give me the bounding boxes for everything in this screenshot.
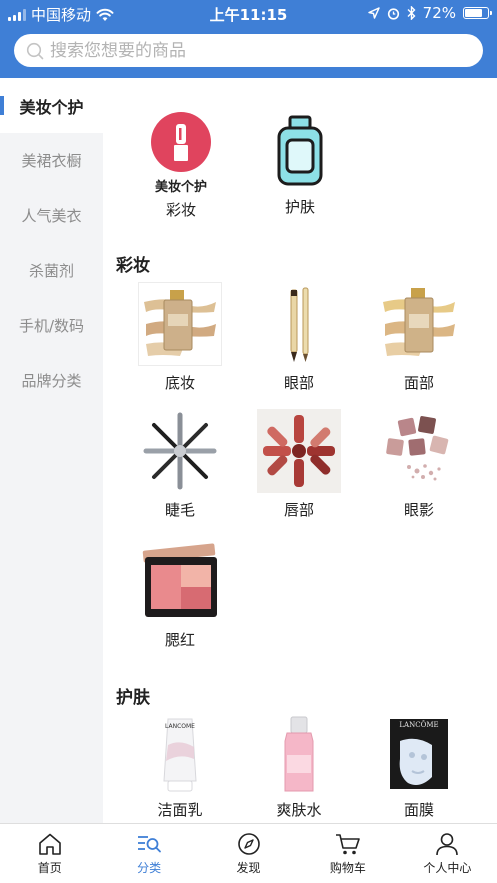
foundation-image — [138, 282, 222, 366]
sidebar-item-label: 杀菌剂 — [28, 262, 74, 280]
sidebar-item-label: 美妆个护 — [19, 97, 84, 117]
bottom-tab-bar: 首页 分类 发现 购物车 个人中心 — [0, 823, 497, 883]
home-icon — [38, 833, 61, 855]
subcategory-label: 爽肤水 — [276, 801, 322, 819]
eyeshadow-image — [377, 409, 461, 493]
top-category-skincare[interactable]: 护肤 — [250, 114, 350, 217]
mascara-image — [138, 409, 222, 493]
toner-bottle-image — [257, 715, 341, 793]
category-content: 美妆个护 彩妆 护肤 彩妆 底妆 眼部 面部 睫毛 唇部 眼影 腮红 护肤 LA… — [103, 78, 497, 823]
makeup-badge-text: 美妆个护 — [154, 180, 207, 195]
sidebar-item-beauty[interactable]: 美妆个护 — [0, 78, 103, 133]
cart-icon — [335, 834, 360, 855]
battery-icon — [463, 7, 492, 19]
tab-label: 发现 — [236, 861, 261, 875]
tab-label: 首页 — [37, 861, 62, 875]
subcategory-blush[interactable]: 腮红 — [130, 539, 230, 650]
subcategory-lashes[interactable]: 睫毛 — [130, 409, 230, 520]
section-title-makeup: 彩妆 — [116, 256, 150, 276]
subcategory-label: 底妆 — [164, 374, 195, 392]
face-mask-image: LANCÔME — [377, 715, 461, 793]
top-category-label: 彩妆 — [165, 201, 196, 219]
status-bar: 中国移动 上午11:15 72% — [0, 0, 497, 26]
sidebar-item-label: 品牌分类 — [21, 372, 82, 390]
sidebar-item-label: 人气美衣 — [21, 207, 82, 225]
subcategory-label: 眼影 — [403, 501, 434, 519]
sidebar-item-brands[interactable]: 品牌分类 — [0, 353, 103, 408]
sidebar-item-skirts[interactable]: 美裙衣橱 — [0, 133, 103, 188]
bluetooth-icon — [407, 6, 416, 20]
compass-icon — [237, 833, 260, 855]
category-search-icon — [138, 836, 162, 853]
tab-discover[interactable]: 发现 — [199, 824, 298, 883]
tab-cart[interactable]: 购物车 — [298, 824, 397, 883]
subcategory-toner[interactable]: 爽肤水 — [249, 715, 349, 820]
subcategory-label: 面膜 — [403, 801, 434, 819]
top-category-label: 护肤 — [284, 198, 315, 216]
location-arrow-icon — [367, 7, 380, 19]
subcategory-eyeshadow[interactable]: 眼影 — [369, 409, 469, 520]
blush-palette-image — [138, 539, 222, 623]
tab-home[interactable]: 首页 — [0, 824, 99, 883]
subcategory-label: 洁面乳 — [157, 801, 203, 819]
top-category-makeup[interactable]: 美妆个护 彩妆 — [131, 110, 231, 220]
subcategory-label: 腮红 — [164, 631, 195, 649]
skincare-bottle-icon — [258, 114, 342, 188]
subcategory-label: 睫毛 — [164, 501, 195, 519]
sidebar-item-popular-clothes[interactable]: 人气美衣 — [0, 188, 103, 243]
sidebar-item-label: 手机/数码 — [18, 317, 85, 335]
subcategory-mask[interactable]: LANCÔME 面膜 — [369, 715, 469, 820]
search-bar[interactable] — [14, 34, 483, 67]
tab-profile[interactable]: 个人中心 — [398, 824, 497, 883]
search-input[interactable] — [50, 40, 450, 61]
eyeliner-pencil-image — [257, 282, 341, 366]
subcategory-label: 面部 — [403, 374, 434, 392]
subcategory-eyes[interactable]: 眼部 — [249, 282, 349, 393]
sidebar-item-label: 美裙衣橱 — [21, 152, 82, 170]
tab-label: 分类 — [137, 861, 162, 875]
status-right: 72% — [367, 4, 492, 22]
svg-text:LANCÔME: LANCÔME — [399, 720, 438, 729]
svg-text:LANCOME: LANCOME — [165, 723, 195, 730]
tab-category[interactable]: 分类 — [99, 824, 198, 883]
face-foundation-image — [377, 282, 461, 366]
sidebar-item-phones-digital[interactable]: 手机/数码 — [0, 298, 103, 353]
section-title-skincare: 护肤 — [116, 688, 150, 708]
tab-label: 购物车 — [329, 861, 366, 875]
user-icon — [436, 833, 459, 856]
category-sidebar: 美妆个护 美裙衣橱 人气美衣 杀菌剂 手机/数码 品牌分类 — [0, 78, 103, 823]
tab-label: 个人中心 — [423, 861, 472, 875]
subcategory-cleanser[interactable]: LANCOME 洁面乳 — [130, 715, 230, 820]
search-icon — [26, 42, 44, 59]
subcategory-label: 眼部 — [283, 374, 314, 392]
header: 中国移动 上午11:15 72% — [0, 0, 497, 78]
lipstick-badge-icon — [139, 110, 223, 186]
battery-percent: 72% — [422, 4, 456, 22]
cleanser-tube-image: LANCOME — [138, 715, 222, 793]
subcategory-label: 唇部 — [283, 501, 314, 519]
alarm-icon — [387, 7, 399, 20]
lipsticks-image — [257, 409, 341, 493]
sidebar-item-fungicide[interactable]: 杀菌剂 — [0, 243, 103, 298]
subcategory-face[interactable]: 面部 — [369, 282, 469, 393]
subcategory-lips[interactable]: 唇部 — [249, 409, 349, 520]
subcategory-foundation[interactable]: 底妆 — [130, 282, 230, 393]
